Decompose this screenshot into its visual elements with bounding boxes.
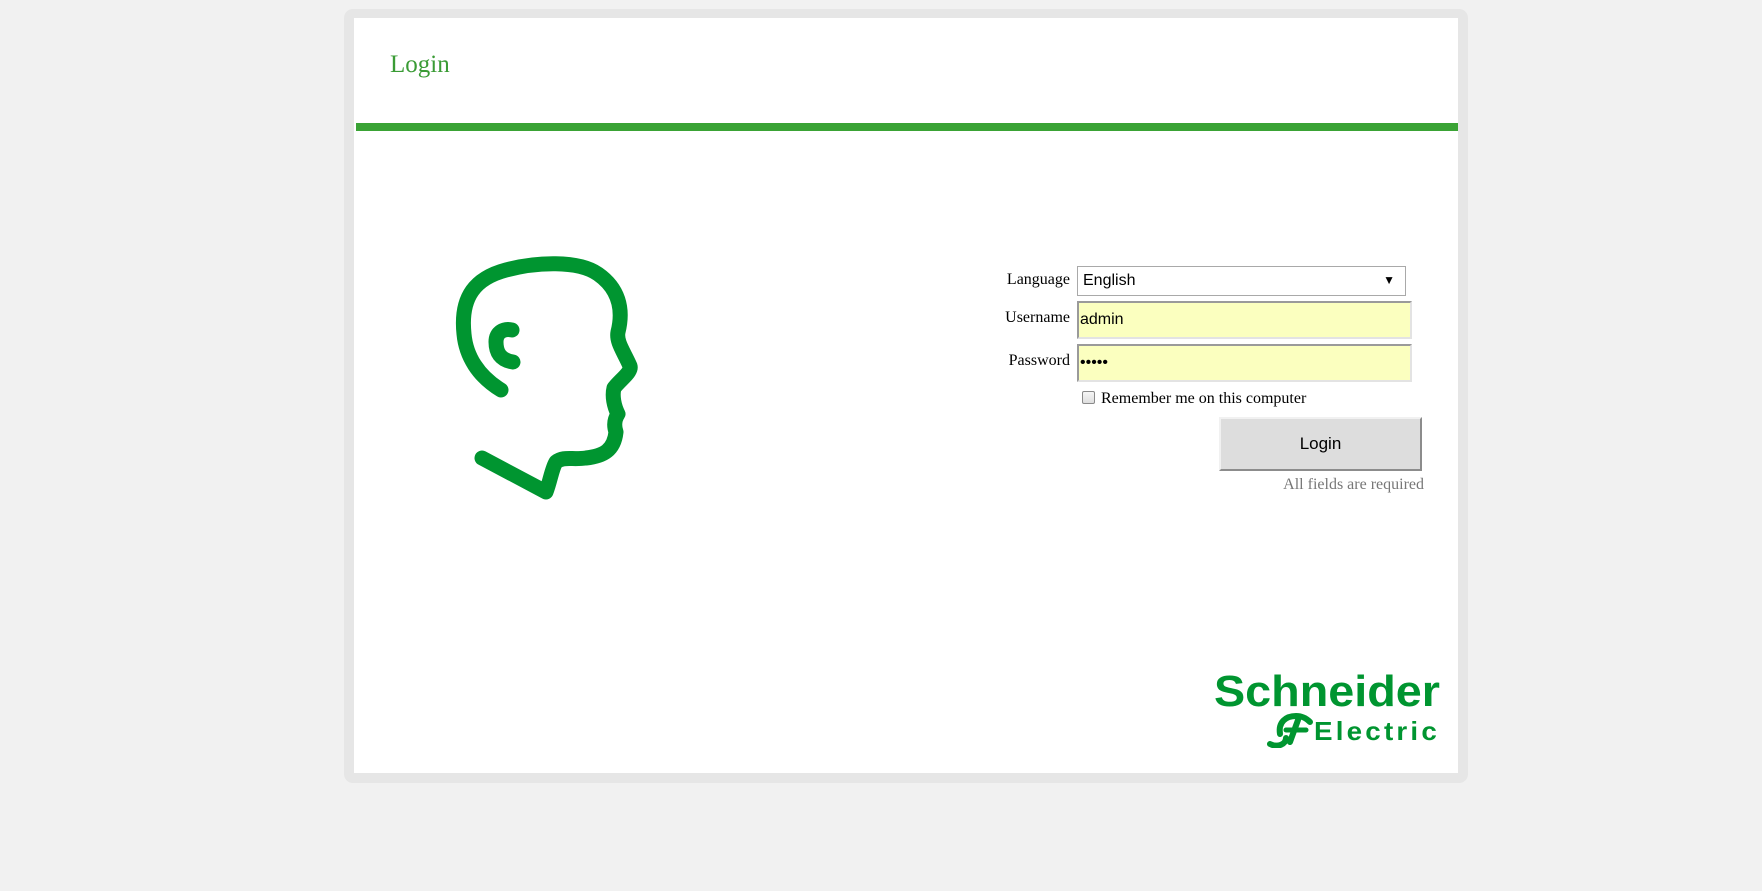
login-panel: Login Language English ▼ Username Passwo… [354,18,1458,773]
login-form: Language English ▼ Username Password Rem… [354,18,1458,773]
language-select[interactable]: English ▼ [1077,266,1406,296]
password-input[interactable] [1077,344,1412,382]
remember-me-checkbox[interactable] [1082,390,1095,404]
dropdown-arrow-icon: ▼ [1383,273,1395,287]
login-frame: Login Language English ▼ Username Passwo… [344,9,1468,783]
language-selected-value: English [1083,272,1136,289]
required-fields-note: All fields are required [1283,476,1424,493]
password-label: Password [1008,352,1070,369]
remember-me-row[interactable]: Remember me on this computer [1082,390,1306,408]
remember-me-label: Remember me on this computer [1101,390,1307,407]
svg-text:Electric: Electric [1314,716,1440,746]
schneider-mark-icon [1267,712,1313,748]
language-label: Language [1006,271,1070,288]
svg-text:Schneider: Schneider [1214,667,1440,716]
login-button[interactable]: Login [1219,417,1422,471]
schneider-electric-logo: Schneider Electric [1214,667,1440,748]
username-label: Username [1005,309,1070,326]
username-input[interactable] [1077,301,1412,339]
